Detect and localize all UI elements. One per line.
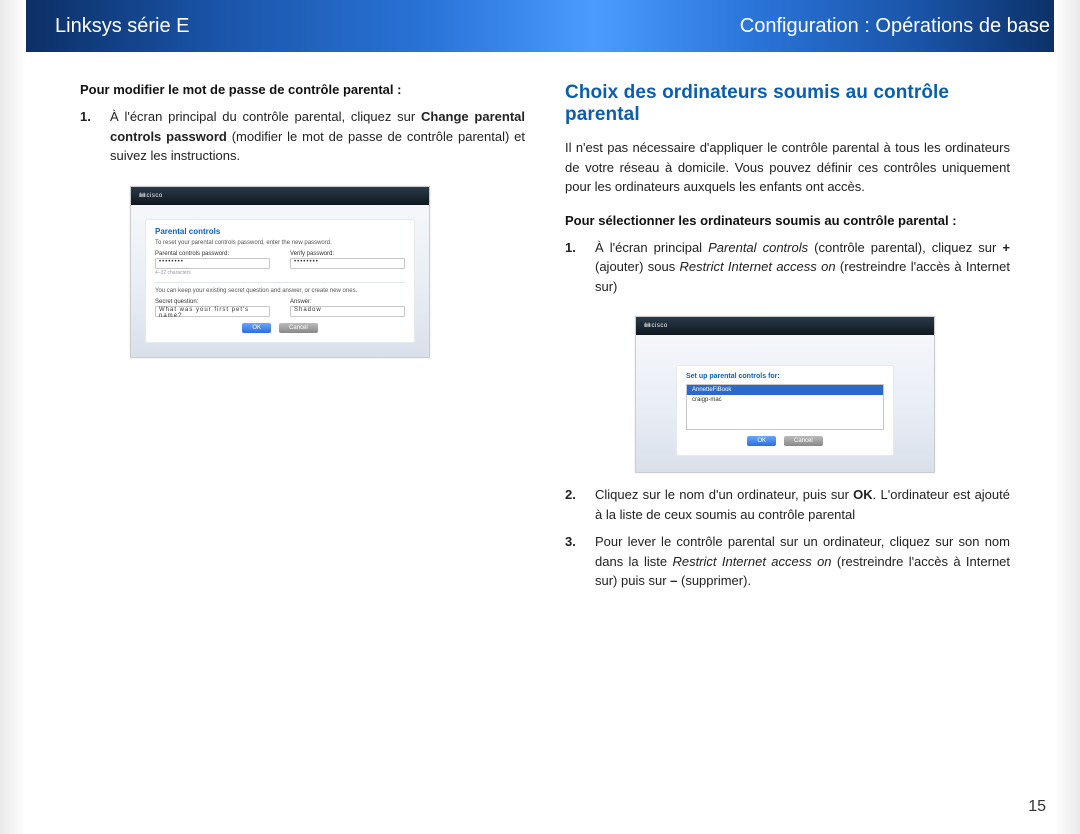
- fig1-ok-button[interactable]: OK: [242, 323, 271, 333]
- page-number: 15: [1028, 798, 1046, 816]
- cisco-logo-icon: cisco: [137, 193, 163, 199]
- right-steps-cont: Cliquez sur le nom d'un ordinateur, puis…: [565, 485, 1010, 591]
- header-left: Linksys série E: [55, 15, 190, 38]
- fig1-input-question[interactable]: What was your first pet's name?: [155, 306, 270, 317]
- page-edge-right: [1054, 0, 1080, 834]
- page-edge-left: [0, 0, 26, 834]
- fig2-listbox[interactable]: AnnetteFiBook craigp-mac: [686, 384, 884, 430]
- fig2-ok-button[interactable]: OK: [747, 436, 776, 446]
- right-step-3: Pour lever le contrôle parental sur un o…: [565, 532, 1010, 591]
- divider: [155, 282, 405, 283]
- fig1-label-question: Secret question:: [155, 299, 270, 305]
- fig2-cancel-button[interactable]: Cancel: [784, 436, 823, 446]
- fig2-buttons: OK Cancel: [686, 436, 884, 446]
- fig1-panel: Parental controls To reset your parental…: [145, 219, 415, 343]
- fig1-buttons: OK Cancel: [155, 323, 405, 333]
- fig1-cancel-button[interactable]: Cancel: [279, 323, 318, 333]
- right-step-2: Cliquez sur le nom d'un ordinateur, puis…: [565, 485, 1010, 524]
- figure-select-computer: cisco Set up parental controls for: Anne…: [635, 316, 935, 473]
- left-steps: À l'écran principal du contrôle parental…: [80, 107, 525, 166]
- fig2-item-selected[interactable]: AnnetteFiBook: [687, 385, 883, 395]
- fig1-label-answer: Answer:: [290, 299, 405, 305]
- fig1-label-password: Parental controls password:: [155, 251, 270, 257]
- left-step-1: À l'écran principal du contrôle parental…: [80, 107, 525, 166]
- left-column: Pour modifier le mot de passe de contrôl…: [30, 82, 525, 599]
- fig2-panel-title: Set up parental controls for:: [686, 373, 884, 380]
- left-heading: Pour modifier le mot de passe de contrôl…: [80, 82, 525, 97]
- fig1-topbar: cisco: [131, 187, 429, 205]
- cisco-logo-icon: cisco: [642, 323, 668, 329]
- figure-parental-password: cisco Parental controls To reset your pa…: [130, 186, 430, 358]
- right-column: Choix des ordinateurs soumis au contrôle…: [565, 82, 1050, 599]
- fig2-item-other[interactable]: craigp-mac: [687, 395, 883, 405]
- page-body: Pour modifier le mot de passe de contrôl…: [0, 52, 1080, 599]
- fig1-hint: 4–32 characters: [155, 269, 270, 276]
- doc-header: Linksys série E Configuration : Opératio…: [0, 0, 1080, 52]
- right-intro: Il n'est pas nécessaire d'appliquer le c…: [565, 138, 1010, 197]
- fig1-body: Parental controls To reset your parental…: [131, 205, 429, 357]
- fig2-body: Set up parental controls for: AnnetteFiB…: [636, 335, 934, 472]
- fig2-topbar: cisco: [636, 317, 934, 335]
- fig1-input-answer[interactable]: Shadow: [290, 306, 405, 317]
- fig2-panel: Set up parental controls for: AnnetteFiB…: [676, 365, 894, 456]
- fig1-intro: To reset your parental controls password…: [155, 240, 405, 246]
- fig1-panel-title: Parental controls: [155, 227, 405, 236]
- right-title: Choix des ordinateurs soumis au contrôle…: [565, 82, 1010, 126]
- right-steps: À l'écran principal Parental controls (c…: [565, 238, 1010, 297]
- right-heading2: Pour sélectionner les ordinateurs soumis…: [565, 213, 1010, 228]
- fig1-input-password[interactable]: ••••••••: [155, 258, 270, 269]
- fig1-note: You can keep your existing secret questi…: [155, 288, 405, 294]
- right-step-1: À l'écran principal Parental controls (c…: [565, 238, 1010, 297]
- fig1-label-verify: Verify password:: [290, 251, 405, 257]
- fig1-row-passwords: Parental controls password: •••••••• 4–3…: [155, 251, 405, 276]
- fig1-row-qa: Secret question: What was your first pet…: [155, 299, 405, 317]
- header-right: Configuration : Opérations de base: [740, 15, 1050, 38]
- fig1-input-verify[interactable]: ••••••••: [290, 258, 405, 269]
